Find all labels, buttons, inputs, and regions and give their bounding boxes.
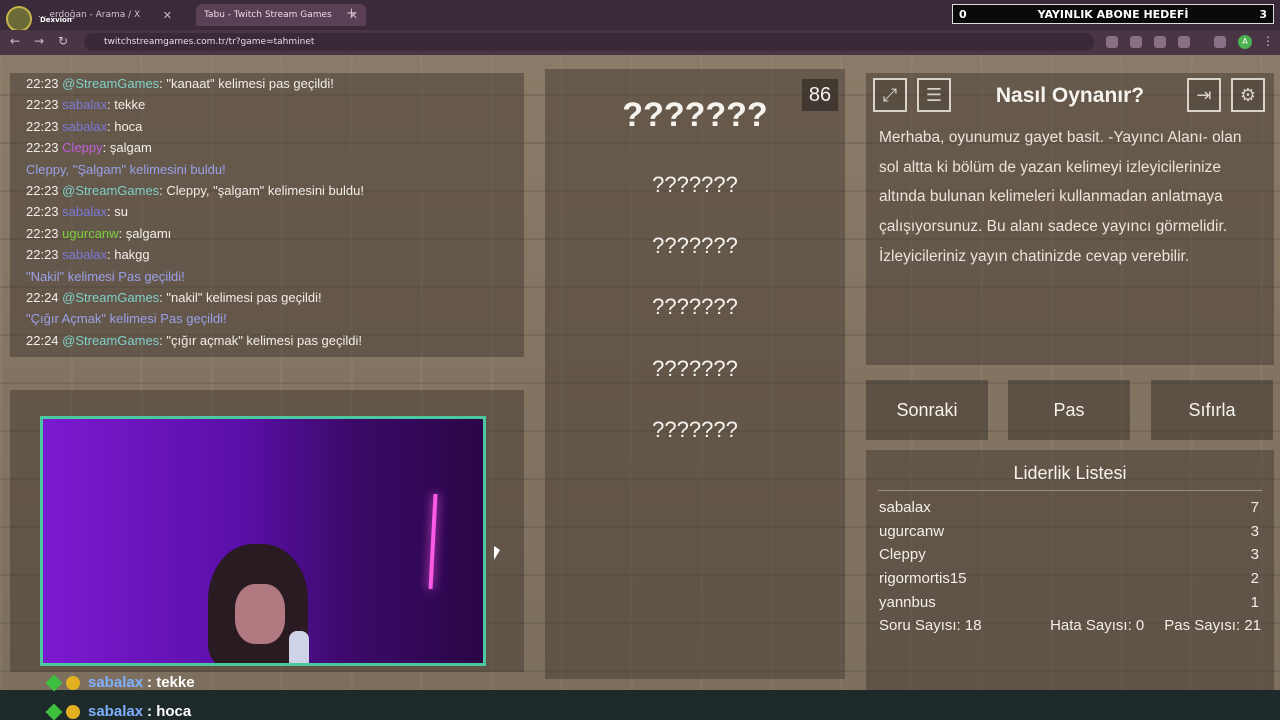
exit-icon[interactable]: ⇥ bbox=[1187, 78, 1221, 112]
extension-icon[interactable] bbox=[1154, 36, 1166, 48]
back-icon[interactable]: ← bbox=[10, 34, 20, 48]
goal-current: 0 bbox=[959, 7, 967, 21]
chat-system-line: "Çığır Açmak" kelimesi Pas geçildi! bbox=[26, 311, 227, 327]
pass-button[interactable]: Pas bbox=[1008, 380, 1130, 440]
game-stats: Soru Sayısı: 18 Hata Sayısı: 0 Pas Sayıs… bbox=[879, 617, 1261, 634]
chat-line: 22:23 sabalax: hakgg bbox=[26, 247, 150, 263]
taboo-word: ??????? bbox=[652, 233, 738, 258]
chat-line: 22:24 @StreamGames: "nakil" kelimesi pas… bbox=[26, 289, 322, 305]
overlay-chat-line: sabalax: hoca bbox=[45, 703, 191, 720]
chat-system-line: "Nakil" kelimesi Pas geçildi! bbox=[26, 268, 185, 284]
url-bar[interactable]: twitchstreamgames.com.tr/tr?game=tahmine… bbox=[84, 33, 1094, 51]
stream-overlay-bottom bbox=[0, 690, 1280, 720]
leaderboard-row: rigormortis15 2 bbox=[879, 570, 1259, 587]
howto-text: Merhaba, oyunumuz gayet basit. -Yayıncı … bbox=[879, 129, 1242, 265]
menu-kebab-icon[interactable]: ⋮ bbox=[1262, 34, 1274, 48]
chat-line: 22:24 @StreamGames: "çığır açmak" kelime… bbox=[26, 332, 363, 348]
close-icon[interactable]: ✕ bbox=[163, 9, 172, 22]
taboo-word: ??????? bbox=[652, 356, 738, 381]
pass-count: Pas Sayısı: 21 bbox=[1164, 617, 1261, 634]
chat-log-panel: 22:23 @StreamGames: "kanaat" kelimesi pa… bbox=[10, 73, 524, 357]
taboo-word: ??????? bbox=[652, 294, 738, 319]
extensions-puzzle-icon[interactable] bbox=[1178, 36, 1190, 48]
reset-button[interactable]: Sıfırla bbox=[1151, 380, 1273, 440]
goal-target: 3 bbox=[1259, 7, 1267, 21]
error-count: Hata Sayısı: 0 bbox=[1050, 617, 1145, 634]
gem-icon bbox=[45, 703, 63, 720]
overlay-chat-line: sabalax: tekke bbox=[45, 674, 195, 691]
leaderboard-title: Liderlik Listesi bbox=[1013, 463, 1127, 483]
chat-line: 22:23 sabalax: tekke bbox=[26, 97, 146, 113]
tab-title: Tabu - Twitch Stream Games bbox=[204, 10, 332, 20]
badge-icon bbox=[66, 704, 80, 719]
tab-x-search[interactable]: ... erdoğan - Arama / X ✕ bbox=[30, 4, 180, 26]
taboo-word: ??????? bbox=[652, 172, 738, 197]
chat-line: 22:23 ugurcanw: şalgamı bbox=[26, 225, 172, 241]
chat-line: 22:23 sabalax: hoca bbox=[26, 118, 143, 134]
account-avatar[interactable]: A bbox=[1238, 35, 1252, 49]
leaderboard-row: sabalax 7 bbox=[879, 499, 1259, 516]
microphone bbox=[289, 631, 309, 663]
webcam-feed bbox=[40, 416, 486, 666]
extension-icon[interactable] bbox=[1106, 36, 1118, 48]
settings-gear-icon[interactable]: ⚙ bbox=[1231, 78, 1265, 112]
subscriber-goal-bar: 0 YAYINLIK ABONE HEDEFİ 3 bbox=[952, 4, 1274, 24]
chat-line: 22:23 @StreamGames: "kanaat" kelimesi pa… bbox=[26, 76, 334, 91]
streamer-face bbox=[235, 584, 285, 644]
media-icon[interactable] bbox=[1214, 36, 1226, 48]
leaderboard-row: ugurcanw 3 bbox=[879, 523, 1259, 540]
mouse-cursor bbox=[494, 546, 500, 560]
chat-line: 22:23 @StreamGames: Cleppy, "şalgam" kel… bbox=[26, 182, 364, 198]
neon-light bbox=[428, 493, 438, 590]
reload-icon[interactable]: ↻ bbox=[58, 34, 68, 48]
leaderboard-row: yannbus 1 bbox=[879, 594, 1259, 611]
fullscreen-icon[interactable]: ⤢ bbox=[873, 78, 907, 112]
badge-icon bbox=[66, 675, 80, 690]
tab-title: ... erdoğan - Arama / X bbox=[38, 10, 141, 20]
taboo-word: ??????? bbox=[652, 417, 738, 442]
new-tab-icon[interactable]: + bbox=[346, 6, 357, 21]
divider bbox=[878, 490, 1262, 491]
howto-title: Nasıl Oynanır? bbox=[995, 84, 1145, 107]
leaderboard-row: Cleppy 3 bbox=[879, 546, 1259, 563]
gem-icon bbox=[45, 674, 63, 691]
chat-line: 22:23 Cleppy: şalgam bbox=[26, 140, 152, 156]
question-count: Soru Sayısı: 18 bbox=[879, 617, 982, 634]
rules-document-icon[interactable]: ☰ bbox=[917, 78, 951, 112]
next-button[interactable]: Sonraki bbox=[866, 380, 988, 440]
main-word: ??????? bbox=[622, 96, 768, 134]
chat-system-line: Cleppy, "Şalgam" kelimesini buldu! bbox=[26, 161, 226, 177]
forward-icon[interactable]: → bbox=[34, 34, 44, 48]
tab-tabu-game[interactable]: Tabu - Twitch Stream Games ✕ bbox=[196, 4, 366, 26]
profile-avatar[interactable] bbox=[6, 6, 32, 32]
chat-line: 22:23 sabalax: su bbox=[26, 204, 128, 220]
goal-title: YAYINLIK ABONE HEDEFİ bbox=[1037, 7, 1189, 21]
extension-icon[interactable] bbox=[1130, 36, 1142, 48]
